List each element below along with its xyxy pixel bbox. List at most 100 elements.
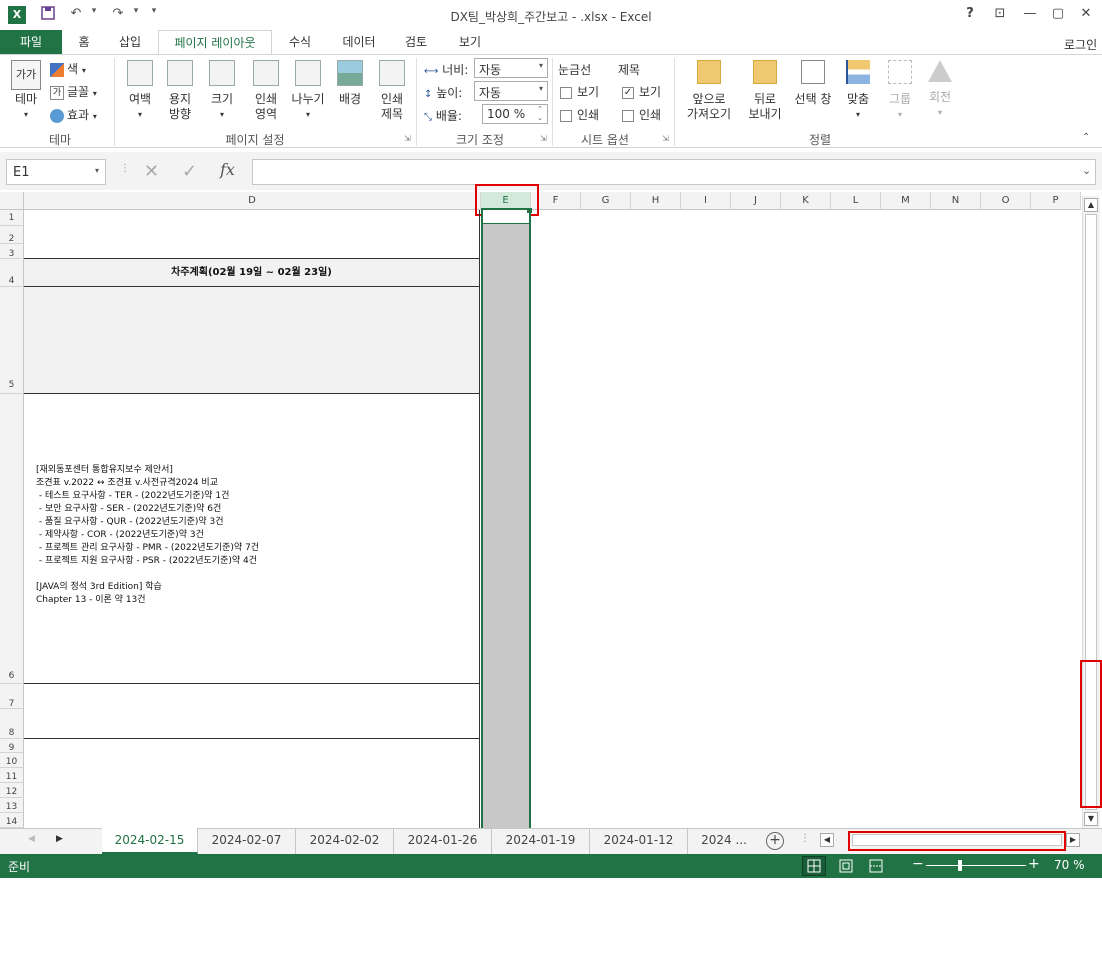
column-header-j[interactable]: J [731, 192, 781, 210]
minimize-button[interactable]: — [1018, 6, 1042, 26]
print-area-button[interactable]: 인쇄 영역 [244, 60, 288, 122]
name-box[interactable]: E1 ▾ [6, 159, 106, 185]
row-header[interactable]: 13 [0, 798, 24, 813]
scroll-right-icon[interactable]: ▶ [1066, 833, 1080, 847]
collapse-ribbon-icon[interactable]: ⌃ [1082, 132, 1090, 143]
page-setup-dialog-launcher-icon[interactable]: ⇲ [404, 134, 411, 143]
page-layout-view-icon[interactable] [838, 858, 854, 874]
column-header-o[interactable]: O [981, 192, 1031, 210]
zoom-slider-thumb[interactable] [958, 860, 962, 871]
formula-bar-splitter[interactable]: ⋮ [120, 163, 130, 174]
sheet-nav-prev-icon[interactable]: ◀ [28, 834, 35, 844]
page-break-view-icon[interactable] [868, 858, 884, 874]
scroll-down-icon[interactable]: ▼ [1084, 812, 1098, 826]
zoom-slider[interactable] [926, 865, 1026, 866]
theme-colors-button[interactable]: 색 ▾ [50, 60, 86, 77]
cell-d1-d3[interactable] [24, 210, 480, 259]
row-header[interactable]: 9 [0, 739, 24, 753]
row-header[interactable]: 10 [0, 753, 24, 768]
tab-formulas[interactable]: 수식 [280, 30, 320, 54]
row-header[interactable]: 8 [0, 709, 24, 739]
theme-effects-button[interactable]: 효과 ▾ [50, 106, 97, 123]
headings-view-checkbox[interactable]: ✓ 보기 [622, 83, 661, 100]
select-all-corner[interactable] [0, 192, 24, 210]
insert-function-icon[interactable]: fx [220, 160, 235, 179]
sheet-tab-2024-01-12[interactable]: 2024-01-12 [590, 828, 688, 854]
tab-insert[interactable]: 삽입 [108, 30, 152, 54]
restore-button[interactable]: ▢ [1046, 6, 1070, 26]
tab-review[interactable]: 검토 [396, 30, 436, 54]
column-header-p[interactable]: P [1031, 192, 1081, 210]
send-backward-button[interactable]: 뒤로 보내기 [742, 60, 788, 122]
column-header-l[interactable]: L [831, 192, 881, 210]
align-button[interactable]: 맞춤 ▾ [838, 60, 878, 122]
expand-formula-bar-icon[interactable]: ⌄ [1082, 164, 1091, 177]
tab-page-layout[interactable]: 페이지 레이아웃 [158, 30, 272, 55]
column-header-h[interactable]: H [631, 192, 681, 210]
cell-d4-header[interactable]: 차주계획(02월 19일 ~ 02월 23일) [24, 259, 480, 287]
sheet-tab-2024-02-02[interactable]: 2024-02-02 [296, 828, 394, 854]
fill-handle[interactable] [527, 208, 532, 213]
row-header[interactable]: 6 [0, 394, 24, 684]
row-header[interactable]: 11 [0, 768, 24, 783]
row-header[interactable]: 14 [0, 813, 24, 828]
column-header-m[interactable]: M [881, 192, 931, 210]
row-header[interactable]: 2 [0, 226, 24, 244]
breaks-button[interactable]: 나누기 ▾ [288, 60, 328, 122]
zoom-level[interactable]: 70 % [1054, 858, 1085, 872]
height-select[interactable]: 자동 ▾ [474, 81, 548, 101]
sheet-tab-2024-02-07[interactable]: 2024-02-07 [198, 828, 296, 854]
row-header[interactable]: 3 [0, 244, 24, 259]
enter-icon[interactable]: ✓ [182, 161, 197, 182]
scroll-left-icon[interactable]: ◀ [820, 833, 834, 847]
column-header-k[interactable]: K [781, 192, 831, 210]
tab-splitter[interactable]: ⋮ [800, 833, 810, 844]
sign-in-link[interactable]: 로그인 [1064, 36, 1097, 53]
margins-button[interactable]: 여백 ▾ [120, 60, 160, 122]
width-select[interactable]: 자동 ▾ [474, 58, 548, 78]
row-header[interactable]: 12 [0, 783, 24, 798]
tab-view[interactable]: 보기 [450, 30, 490, 54]
size-button[interactable]: 크기 ▾ [202, 60, 242, 122]
gridlines-view-checkbox[interactable]: 보기 [560, 83, 599, 100]
cell-d6-plan-content[interactable]: [재외동포센터 통합유지보수 제안서] 조견표 v.2022 ↔ 조견표 v.사… [24, 394, 480, 684]
headings-print-checkbox[interactable]: 인쇄 [622, 106, 661, 123]
sheet-tab-more[interactable]: 2024 ... [688, 828, 760, 854]
sheet-nav-next-icon[interactable]: ▶ [56, 834, 63, 844]
cancel-icon[interactable]: ✕ [144, 161, 159, 182]
row-header[interactable]: 7 [0, 684, 24, 709]
cell-e1-active[interactable] [483, 210, 529, 224]
sheet-tab-2024-02-15[interactable]: 2024-02-15 [102, 828, 198, 854]
tab-file[interactable]: 파일 [0, 30, 62, 54]
scale-dialog-launcher-icon[interactable]: ⇲ [540, 134, 547, 143]
row-header[interactable]: 1 [0, 210, 24, 226]
gridlines-print-checkbox[interactable]: 인쇄 [560, 106, 599, 123]
scroll-up-icon[interactable]: ▲ [1084, 198, 1098, 212]
column-header-g[interactable]: G [581, 192, 631, 210]
cell-d5[interactable] [24, 287, 480, 394]
row-header[interactable]: 5 [0, 287, 24, 394]
bring-forward-button[interactable]: 앞으로 가져오기 [680, 60, 738, 122]
row-header[interactable]: 4 [0, 259, 24, 287]
cell-d7-d8[interactable] [24, 684, 480, 739]
column-header-i[interactable]: I [681, 192, 731, 210]
tab-home[interactable]: 홈 [66, 30, 102, 54]
column-e-selected[interactable] [481, 210, 531, 828]
orientation-button[interactable]: 용지 방향 [160, 60, 200, 122]
selection-pane-button[interactable]: 선택 창 [790, 60, 836, 107]
new-sheet-button[interactable]: + [766, 832, 784, 850]
sheet-tab-2024-01-19[interactable]: 2024-01-19 [492, 828, 590, 854]
sheet-tab-2024-01-26[interactable]: 2024-01-26 [394, 828, 492, 854]
column-header-n[interactable]: N [931, 192, 981, 210]
close-button[interactable]: ✕ [1074, 6, 1098, 26]
tab-data[interactable]: 데이터 [334, 30, 384, 54]
background-button[interactable]: 배경 [330, 60, 370, 107]
themes-button[interactable]: 가가 테마 ▾ [8, 60, 44, 122]
normal-view-icon[interactable] [802, 856, 826, 876]
sheet-options-dialog-launcher-icon[interactable]: ⇲ [662, 134, 669, 143]
formula-input[interactable] [252, 159, 1096, 185]
theme-fonts-button[interactable]: 가 글꼴 ▾ [50, 83, 97, 100]
scale-spinner[interactable]: 100 % ⌃ ⌄ [482, 104, 548, 124]
zoom-in-button[interactable]: + [1028, 856, 1040, 872]
cell-d9-d14[interactable] [24, 739, 480, 828]
